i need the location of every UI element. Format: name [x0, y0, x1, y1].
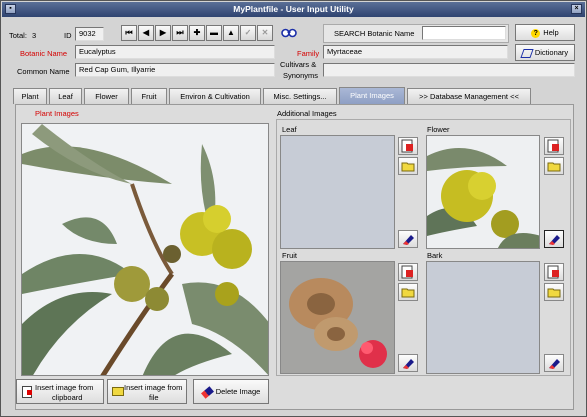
fruit-image[interactable] — [280, 261, 395, 374]
tab-database-management[interactable]: >> Database Management << — [407, 88, 531, 104]
id-field[interactable]: 9032 — [75, 27, 104, 41]
insert-clipboard-line2: clipboard — [52, 393, 83, 402]
post-edit-button[interactable]: ✓ — [240, 25, 256, 41]
fruit-label: Fruit — [282, 251, 297, 260]
cultivars-label-line1: Cultivars & — [280, 60, 317, 69]
bark-label: Bark — [427, 251, 443, 260]
title-bar: ▪ MyPlantfile - User Input Utility × — [2, 2, 585, 17]
add-icon: ✚ — [193, 28, 201, 37]
window-title: MyPlantfile - User Input Utility — [233, 4, 354, 14]
fruit-open-file-button[interactable] — [398, 283, 418, 301]
leaf-paste-button[interactable] — [398, 137, 418, 155]
cultivars-field[interactable] — [323, 63, 575, 77]
clipboard-icon — [401, 265, 413, 279]
search-input[interactable] — [422, 26, 506, 40]
leaf-delete-button[interactable] — [398, 230, 418, 248]
next-record-button[interactable]: ▶ — [155, 25, 171, 41]
delete-record-button[interactable]: ▬ — [206, 25, 222, 41]
tab-leaf[interactable]: Leaf — [49, 88, 82, 104]
bark-delete-button[interactable] — [544, 354, 564, 372]
total-value: 3 — [32, 31, 37, 40]
fruit-paste-button[interactable] — [398, 263, 418, 281]
edit-record-button[interactable]: ▲ — [223, 25, 239, 41]
insert-from-file-button[interactable]: Insert image from file — [107, 379, 187, 404]
eraser-icon — [549, 235, 560, 245]
leaf-open-file-button[interactable] — [398, 157, 418, 175]
cancel-icon: ✕ — [261, 28, 269, 37]
binoculars-icon[interactable] — [281, 25, 297, 39]
help-label: Help — [543, 28, 559, 37]
insert-file-line2: file — [149, 393, 159, 402]
eraser-icon — [403, 359, 414, 369]
additional-images-title: Additional Images — [277, 109, 337, 118]
tab-environ-cultivation[interactable]: Environ & Cultivation — [169, 88, 261, 104]
last-icon: ⏭ — [176, 28, 184, 37]
clipboard-icon — [547, 139, 559, 153]
first-icon: ⏮ — [125, 28, 133, 37]
family-label: Family — [297, 49, 320, 58]
botanic-name-label: Botanic Name — [20, 49, 68, 58]
tab-fruit[interactable]: Fruit — [131, 88, 167, 104]
search-label: SEARCH Botanic Name — [334, 29, 415, 38]
prev-record-button[interactable]: ◀ — [138, 25, 154, 41]
main-plant-image[interactable] — [21, 123, 269, 376]
help-icon: ? — [531, 28, 541, 38]
tab-misc-settings[interactable]: Misc. Settings... — [263, 88, 337, 104]
clipboard-icon — [22, 386, 32, 398]
bark-paste-button[interactable] — [544, 263, 564, 281]
folder-icon — [547, 162, 561, 172]
prev-icon: ◀ — [142, 28, 150, 37]
common-name-field[interactable]: Red Cap Gum, Illyarrie — [75, 63, 275, 77]
dictionary-icon — [520, 48, 534, 58]
insert-file-line1: Insert image from — [124, 383, 183, 392]
flower-label: Flower — [427, 125, 450, 134]
common-name-label: Common Name — [17, 67, 70, 76]
folder-icon — [401, 288, 415, 298]
fruit-delete-button[interactable] — [398, 354, 418, 372]
flower-open-file-button[interactable] — [544, 157, 564, 175]
last-record-button[interactable]: ⏭ — [172, 25, 188, 41]
remove-icon: ▬ — [210, 28, 218, 37]
confirm-icon: ✓ — [244, 28, 252, 37]
family-field[interactable]: Myrtaceae — [323, 45, 508, 59]
app-window: ▪ MyPlantfile - User Input Utility × Tot… — [0, 0, 587, 417]
tab-plant[interactable]: Plant — [13, 88, 47, 104]
tab-plant-images[interactable]: Plant Images — [339, 87, 405, 104]
folder-icon — [112, 387, 124, 396]
id-label: ID — [64, 31, 72, 40]
insert-from-clipboard-button[interactable]: Insert image from clipboard — [16, 379, 104, 404]
tab-flower[interactable]: Flower — [84, 88, 129, 104]
flower-paste-button[interactable] — [544, 137, 564, 155]
dictionary-label: Dictionary — [534, 48, 569, 57]
eraser-icon — [403, 235, 414, 245]
cancel-edit-button[interactable]: ✕ — [257, 25, 273, 41]
flower-delete-button[interactable] — [544, 230, 564, 248]
folder-icon — [401, 162, 415, 172]
system-menu-icon[interactable]: ▪ — [5, 4, 16, 14]
next-icon: ▶ — [159, 28, 167, 37]
total-label: Total: — [9, 31, 27, 40]
insert-clipboard-line1: Insert image from — [35, 383, 94, 392]
delete-image-label: Delete Image — [215, 387, 261, 396]
bark-open-file-button[interactable] — [544, 283, 564, 301]
leaf-image[interactable] — [280, 135, 395, 249]
botanic-name-field[interactable]: Eucalyptus — [75, 45, 275, 59]
eraser-icon — [549, 359, 560, 369]
folder-icon — [547, 288, 561, 298]
bark-image[interactable] — [426, 261, 540, 374]
clipboard-icon — [401, 139, 413, 153]
dictionary-button[interactable]: Dictionary — [515, 44, 575, 61]
eraser-icon — [200, 385, 214, 399]
cultivars-label-line2: Synonyms — [283, 71, 319, 80]
plant-images-title: Plant Images — [35, 109, 79, 118]
delete-image-button[interactable]: Delete Image — [193, 379, 269, 404]
first-record-button[interactable]: ⏮ — [121, 25, 137, 41]
help-button[interactable]: ? Help — [515, 24, 575, 41]
close-window-button[interactable]: × — [571, 4, 582, 14]
up-icon: ▲ — [227, 28, 235, 37]
flower-image[interactable] — [426, 135, 540, 249]
add-record-button[interactable]: ✚ — [189, 25, 205, 41]
clipboard-icon — [547, 265, 559, 279]
leaf-label: Leaf — [282, 125, 297, 134]
